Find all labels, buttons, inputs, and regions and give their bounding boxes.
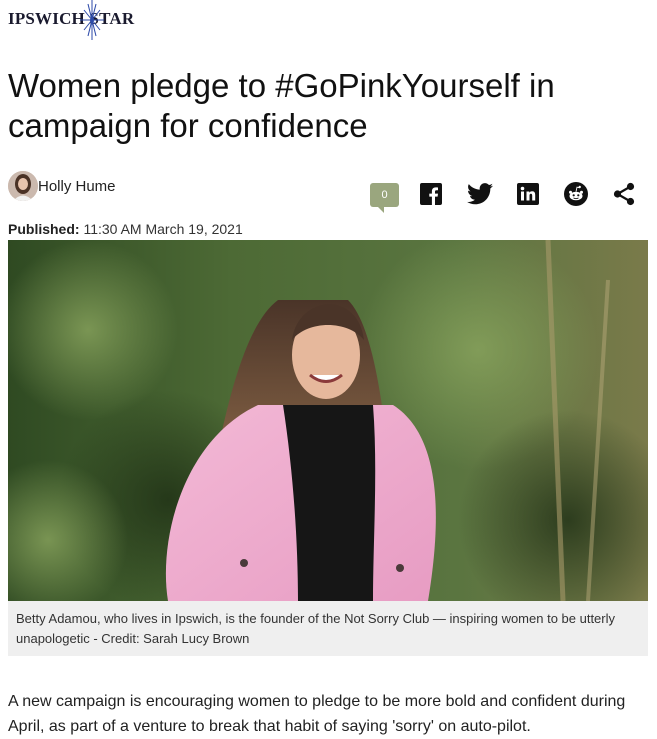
article-headline: Women pledge to #GoPinkYourself in campa… (8, 67, 555, 144)
facebook-icon (420, 183, 442, 205)
facebook-share-button[interactable] (417, 180, 445, 208)
reddit-icon (564, 182, 588, 206)
published-time: 11:30 AM March 19, 2021 (83, 221, 243, 237)
share-bar: 0 (368, 180, 640, 213)
star-burst-icon (80, 0, 104, 40)
twitter-icon (467, 183, 493, 205)
published-label: Published: (8, 221, 80, 237)
publish-info: Published: 11:30 AM March 19, 2021 (8, 221, 243, 237)
author-byline[interactable]: Holly Hume (8, 171, 116, 201)
reddit-share-button[interactable] (562, 180, 590, 208)
twitter-share-button[interactable] (466, 180, 494, 208)
photo-caption: Betty Adamou, who lives in Ipswich, is t… (8, 601, 648, 656)
more-share-button[interactable] (610, 180, 638, 208)
comments-button[interactable]: 0 (368, 180, 402, 213)
article-photo[interactable] (8, 240, 648, 601)
woman-in-pink-coat-photo (8, 240, 648, 601)
share-icon (613, 182, 635, 206)
author-avatar[interactable] (8, 171, 38, 201)
linkedin-share-button[interactable] (514, 180, 542, 208)
author-name[interactable]: Holly Hume (38, 178, 116, 195)
site-logo[interactable]: IPSWICH STAR (8, 0, 138, 40)
linkedin-icon (517, 183, 539, 205)
article-paragraph: A new campaign is encouraging women to p… (8, 693, 626, 735)
comment-count-badge: 0 (370, 183, 399, 213)
